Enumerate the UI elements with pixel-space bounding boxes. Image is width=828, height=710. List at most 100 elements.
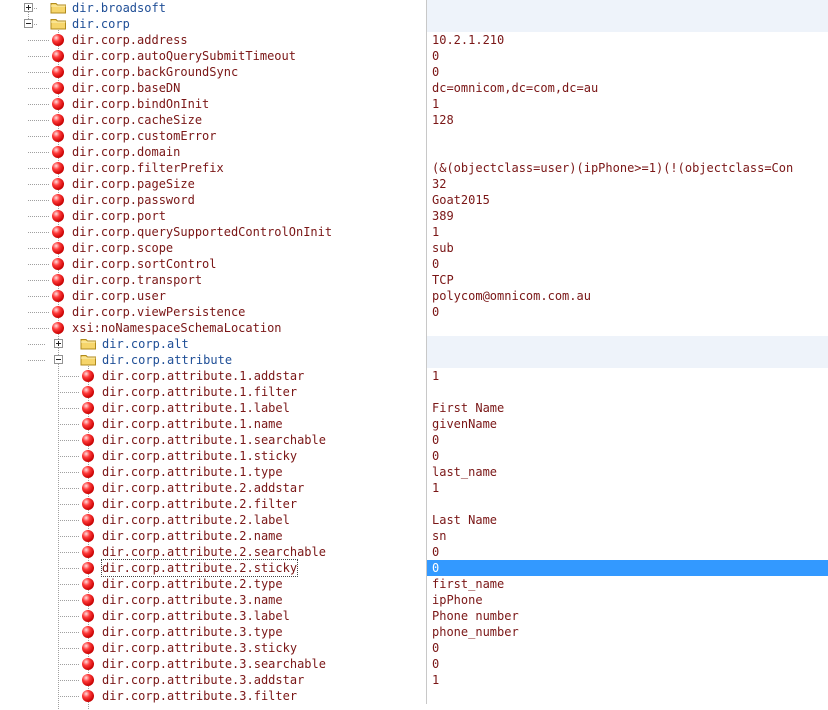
- red-ball-icon: [52, 114, 64, 126]
- tree-property-row[interactable]: dir.corp.attribute.1.filter: [0, 384, 427, 400]
- value-cell[interactable]: 0: [427, 544, 828, 560]
- tree-property-row[interactable]: dir.corp.attribute.2.label: [0, 512, 427, 528]
- value-cell[interactable]: dc=omnicom,dc=com,dc=au: [427, 80, 828, 96]
- value-cell[interactable]: [427, 128, 828, 144]
- tree-property-row[interactable]: dir.corp.attribute.3.filter: [0, 688, 427, 704]
- tree-folder-label: dir.corp.attribute: [102, 353, 233, 367]
- value-cell[interactable]: (&(objectclass=user)(ipPhone>=1)(!(objec…: [427, 160, 828, 176]
- value-cell[interactable]: [427, 320, 828, 336]
- value-cell[interactable]: phone_number: [427, 624, 828, 640]
- tree-property-label: dir.corp.port: [72, 209, 166, 223]
- value-cell[interactable]: First Name: [427, 400, 828, 416]
- tree-property-row[interactable]: dir.corp.port: [0, 208, 427, 224]
- tree-property-row[interactable]: dir.corp.attribute.3.searchable: [0, 656, 427, 672]
- value-cell[interactable]: Goat2015: [427, 192, 828, 208]
- tree-folder-row[interactable]: dir.corp.attribute: [0, 352, 427, 368]
- value-cell[interactable]: [427, 688, 828, 704]
- tree-property-row[interactable]: dir.corp.attribute.3.type: [0, 624, 427, 640]
- tree-property-row[interactable]: dir.corp.sortControl: [0, 256, 427, 272]
- tree-property-row[interactable]: dir.corp.attribute.1.addstar: [0, 368, 427, 384]
- tree-folder-row[interactable]: dir.corp: [0, 16, 427, 32]
- value-cell[interactable]: 0: [427, 48, 828, 64]
- tree-property-row[interactable]: dir.corp.attribute.1.label: [0, 400, 427, 416]
- value-cell[interactable]: 0: [427, 432, 828, 448]
- value-cell[interactable]: 0: [427, 448, 828, 464]
- tree-property-row[interactable]: dir.corp.autoQuerySubmitTimeout: [0, 48, 427, 64]
- value-cell[interactable]: sn: [427, 528, 828, 544]
- value-cell[interactable]: 0: [427, 560, 828, 576]
- tree-property-row[interactable]: dir.corp.user: [0, 288, 427, 304]
- tree-property-row[interactable]: dir.corp.attribute.2.searchable: [0, 544, 427, 560]
- value-cell[interactable]: polycom@omnicom.com.au: [427, 288, 828, 304]
- tree-folder-label: dir.corp: [72, 17, 130, 31]
- tree-property-row[interactable]: dir.corp.viewPersistence: [0, 304, 427, 320]
- value-cell[interactable]: 1: [427, 96, 828, 112]
- value-cell[interactable]: 0: [427, 256, 828, 272]
- value-cell[interactable]: ipPhone: [427, 592, 828, 608]
- tree-property-row[interactable]: dir.corp.scope: [0, 240, 427, 256]
- tree-property-row[interactable]: dir.corp.domain: [0, 144, 427, 160]
- value-cell[interactable]: 10.2.1.210: [427, 32, 828, 48]
- value-cell[interactable]: first_name: [427, 576, 828, 592]
- tree-property-row[interactable]: dir.corp.password: [0, 192, 427, 208]
- tree-property-row[interactable]: dir.corp.attribute.3.sticky: [0, 640, 427, 656]
- value-cell[interactable]: 1: [427, 672, 828, 688]
- tree-property-row[interactable]: dir.corp.cacheSize: [0, 112, 427, 128]
- folder-icon: [50, 17, 67, 30]
- value-text: 128: [432, 113, 454, 127]
- tree-property-label: dir.corp.attribute.3.filter: [102, 689, 298, 703]
- value-cell[interactable]: [427, 144, 828, 160]
- tree-property-row[interactable]: dir.corp.attribute.2.sticky: [0, 559, 427, 577]
- value-cell[interactable]: 1: [427, 224, 828, 240]
- value-cell[interactable]: 1: [427, 368, 828, 384]
- red-ball-icon: [82, 514, 94, 526]
- value-cell[interactable]: last_name: [427, 464, 828, 480]
- value-cell[interactable]: [427, 384, 828, 400]
- tree-property-row[interactable]: dir.corp.attribute.1.name: [0, 416, 427, 432]
- value-cell[interactable]: 389: [427, 208, 828, 224]
- value-cell[interactable]: Last Name: [427, 512, 828, 528]
- value-cell[interactable]: [427, 496, 828, 512]
- tree-property-row[interactable]: dir.corp.transport: [0, 272, 427, 288]
- red-ball-icon: [82, 386, 94, 398]
- tree-property-row[interactable]: dir.corp.querySupportedControlOnInit: [0, 224, 427, 240]
- tree-property-row[interactable]: dir.corp.attribute.2.addstar: [0, 480, 427, 496]
- value-cell[interactable]: 0: [427, 304, 828, 320]
- tree-property-row[interactable]: dir.corp.filterPrefix: [0, 160, 427, 176]
- tree-property-row[interactable]: dir.corp.baseDN: [0, 80, 427, 96]
- value-cell[interactable]: 32: [427, 176, 828, 192]
- collapse-icon[interactable]: [24, 19, 33, 28]
- tree-property-row[interactable]: dir.corp.attribute.2.type: [0, 576, 427, 592]
- value-cell[interactable]: 0: [427, 640, 828, 656]
- tree-property-row[interactable]: dir.corp.pageSize: [0, 176, 427, 192]
- expand-icon[interactable]: [54, 339, 63, 348]
- value-cell[interactable]: givenName: [427, 416, 828, 432]
- value-cell[interactable]: 1: [427, 480, 828, 496]
- tree-folder-label: dir.corp.alt: [102, 337, 189, 351]
- tree-property-row[interactable]: dir.corp.attribute.3.addstar: [0, 672, 427, 688]
- tree-property-row[interactable]: dir.corp.attribute.1.sticky: [0, 448, 427, 464]
- value-cell[interactable]: sub: [427, 240, 828, 256]
- tree-property-row[interactable]: dir.corp.attribute.3.label: [0, 608, 427, 624]
- value-cell[interactable]: 0: [427, 656, 828, 672]
- tree-property-row[interactable]: dir.corp.attribute.2.filter: [0, 496, 427, 512]
- tree-property-row[interactable]: dir.corp.backGroundSync: [0, 64, 427, 80]
- value-cell[interactable]: 128: [427, 112, 828, 128]
- tree-property-row[interactable]: dir.corp.bindOnInit: [0, 96, 427, 112]
- tree-property-row[interactable]: dir.corp.customError: [0, 128, 427, 144]
- tree-property-row[interactable]: dir.corp.attribute.1.searchable: [0, 432, 427, 448]
- tree-folder-row[interactable]: dir.corp.alt: [0, 336, 427, 352]
- red-ball-icon: [52, 274, 64, 286]
- tree-folder-row[interactable]: dir.broadsoft: [0, 0, 427, 16]
- collapse-icon[interactable]: [54, 355, 63, 364]
- value-cell[interactable]: TCP: [427, 272, 828, 288]
- value-cell[interactable]: 0: [427, 64, 828, 80]
- tree-property-row[interactable]: dir.corp.address: [0, 32, 427, 48]
- expand-icon[interactable]: [24, 3, 33, 12]
- value-cell[interactable]: Phone number: [427, 608, 828, 624]
- tree-property-row[interactable]: xsi:noNamespaceSchemaLocation: [0, 320, 427, 336]
- tree-folder-label: dir.broadsoft: [72, 1, 166, 15]
- tree-property-row[interactable]: dir.corp.attribute.1.type: [0, 464, 427, 480]
- tree-property-row[interactable]: dir.corp.attribute.2.name: [0, 528, 427, 544]
- tree-property-row[interactable]: dir.corp.attribute.3.name: [0, 592, 427, 608]
